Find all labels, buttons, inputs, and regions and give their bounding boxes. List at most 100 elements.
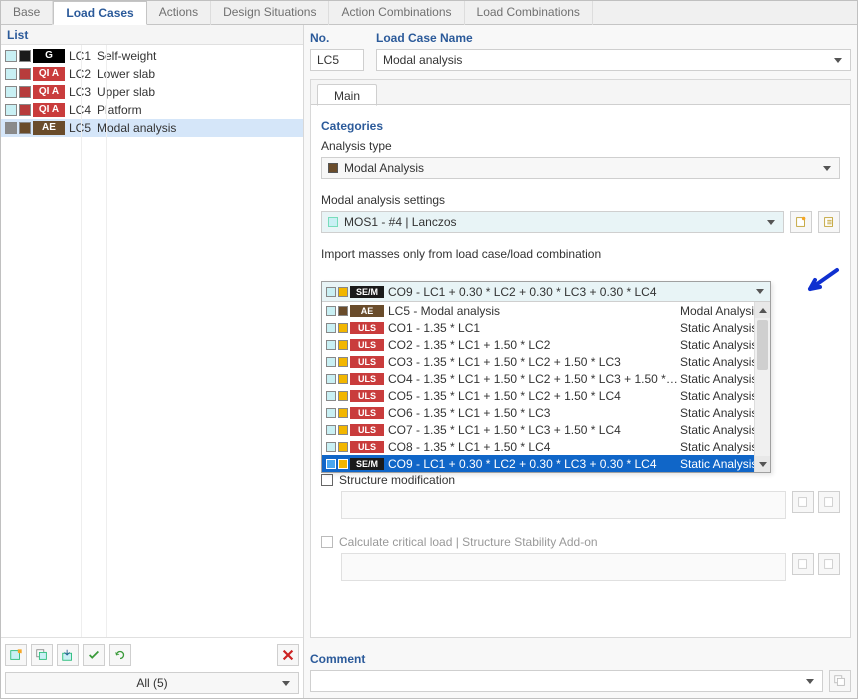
scroll-up-button[interactable] bbox=[755, 302, 770, 318]
refresh-button[interactable] bbox=[109, 644, 131, 666]
chevron-down-icon bbox=[806, 679, 814, 684]
settings-edit-button[interactable] bbox=[818, 211, 840, 233]
dropdown-item-label: CO4 - 1.35 * LC1 + 1.50 * LC2 + 1.50 * L… bbox=[388, 372, 680, 386]
category-tag: AE bbox=[350, 305, 384, 317]
tab-actions[interactable]: Actions bbox=[147, 1, 211, 25]
pointer-annotation-icon bbox=[802, 267, 842, 297]
color-swatch bbox=[5, 68, 17, 80]
import-masses-dropdown: SE/M CO9 - LC1 + 0.30 * LC2 + 0.30 * LC3… bbox=[321, 281, 771, 473]
comment-input[interactable] bbox=[310, 670, 823, 692]
analysis-type-select[interactable]: Modal Analysis bbox=[321, 157, 840, 179]
tab-load-combinations[interactable]: Load Combinations bbox=[465, 1, 593, 25]
color-swatch bbox=[338, 425, 348, 435]
category-tag: QI A bbox=[33, 67, 65, 81]
dropdown-item[interactable]: ULSCO2 - 1.35 * LC1 + 1.50 * LC2Static A… bbox=[322, 336, 770, 353]
dropdown-item[interactable]: ULSCO4 - 1.35 * LC1 + 1.50 * LC2 + 1.50 … bbox=[322, 370, 770, 387]
color-swatch bbox=[326, 459, 336, 469]
color-swatch bbox=[19, 86, 31, 98]
check-button[interactable] bbox=[83, 644, 105, 666]
dropdown-item-label: CO9 - LC1 + 0.30 * LC2 + 0.30 * LC3 + 0.… bbox=[388, 457, 680, 471]
calc-critical-checkbox[interactable] bbox=[321, 536, 333, 548]
chevron-down-icon bbox=[823, 166, 831, 171]
tab-base[interactable]: Base bbox=[1, 1, 53, 25]
list-item[interactable]: QI ALC2Lower slab bbox=[1, 65, 303, 83]
dropdown-scrollbar[interactable] bbox=[754, 302, 770, 472]
cc-edit-button[interactable] bbox=[818, 553, 840, 575]
calc-critical-label: Calculate critical load | Structure Stab… bbox=[339, 535, 598, 549]
dropdown-item[interactable]: SE/MCO9 - LC1 + 0.30 * LC2 + 0.30 * LC3 … bbox=[322, 455, 770, 472]
comment-extra-button[interactable] bbox=[829, 670, 851, 692]
category-tag: ULS bbox=[350, 407, 384, 419]
detail-panel: No. LC5 Load Case Name Modal analysis Ma… bbox=[304, 25, 857, 698]
dropdown-item[interactable]: ULSCO8 - 1.35 * LC1 + 1.50 * LC4Static A… bbox=[322, 438, 770, 455]
analysis-type-label: Analysis type bbox=[321, 139, 840, 153]
dropdown-item[interactable]: ULSCO7 - 1.35 * LC1 + 1.50 * LC3 + 1.50 … bbox=[322, 421, 770, 438]
dropdown-item[interactable]: ULS CO3 - 1.35 * LC1 + 1.50 * LC2 + 1.50 … bbox=[322, 353, 770, 370]
lc-id: LC5 bbox=[69, 121, 97, 135]
color-swatch bbox=[19, 68, 31, 80]
dropdown-item[interactable]: ULSCO6 - 1.35 * LC1 + 1.50 * LC3Static A… bbox=[322, 404, 770, 421]
color-swatch bbox=[19, 122, 31, 134]
top-tabs: BaseLoad CasesActionsDesign SituationsAc… bbox=[1, 1, 857, 25]
new-item-button[interactable] bbox=[5, 644, 27, 666]
dropdown-item-label: CO8 - 1.35 * LC1 + 1.50 * LC4 bbox=[388, 440, 680, 454]
import-masses-select-display[interactable]: SE/M CO9 - LC1 + 0.30 * LC2 + 0.30 * LC3… bbox=[322, 282, 770, 302]
dropdown-item[interactable]: AELC5 - Modal analysisModal Analysis bbox=[322, 302, 770, 319]
list-item[interactable]: QI ALC3Upper slab bbox=[1, 83, 303, 101]
copy-button[interactable] bbox=[31, 644, 53, 666]
color-swatch bbox=[326, 357, 336, 367]
chevron-down-icon bbox=[282, 681, 290, 686]
import-button[interactable] bbox=[57, 644, 79, 666]
dropdown-item[interactable]: ULSCO1 - 1.35 * LC1Static Analysis bbox=[322, 319, 770, 336]
color-swatch bbox=[326, 425, 336, 435]
lc-id: LC3 bbox=[69, 85, 97, 99]
structure-modification-checkbox[interactable] bbox=[321, 474, 333, 486]
category-tag: ULS bbox=[350, 390, 384, 402]
category-tag: QI A bbox=[33, 85, 65, 99]
tab-action-combinations[interactable]: Action Combinations bbox=[329, 1, 464, 25]
categories-title: Categories bbox=[321, 119, 840, 133]
list-header: List bbox=[1, 25, 303, 45]
category-tag: QI A bbox=[33, 103, 65, 117]
scroll-thumb[interactable] bbox=[757, 320, 768, 370]
list-body: GLC1Self-weightQI ALC2Lower slabQI ALC3U… bbox=[1, 45, 303, 637]
structure-mod-box bbox=[341, 491, 786, 519]
list-item[interactable]: QI ALC4Platform bbox=[1, 101, 303, 119]
critical-box bbox=[341, 553, 786, 581]
delete-button[interactable] bbox=[277, 644, 299, 666]
color-swatch bbox=[338, 323, 348, 333]
color-swatch bbox=[338, 357, 348, 367]
modal-settings-select[interactable]: MOS1 - #4 | Lanczos bbox=[321, 211, 784, 233]
category-tag: ULS bbox=[350, 356, 384, 368]
color-swatch bbox=[326, 374, 336, 384]
list-item[interactable]: GLC1Self-weight bbox=[1, 47, 303, 65]
chevron-down-icon bbox=[756, 289, 764, 294]
tab-load-cases[interactable]: Load Cases bbox=[53, 1, 146, 25]
lc-id: LC4 bbox=[69, 103, 97, 117]
filter-select[interactable]: All (5) bbox=[5, 672, 299, 694]
color-swatch bbox=[5, 104, 17, 116]
category-tag: ULS bbox=[350, 424, 384, 436]
color-swatch bbox=[5, 50, 17, 62]
dropdown-item-label: CO3 - 1.35 * LC1 + 1.50 * LC2 + 1.50 * L… bbox=[388, 355, 680, 369]
dropdown-item-label: CO1 - 1.35 * LC1 bbox=[388, 321, 680, 335]
no-label: No. bbox=[310, 31, 364, 45]
list-item[interactable]: AELC5Modal analysis bbox=[1, 119, 303, 137]
settings-new-button[interactable] bbox=[790, 211, 812, 233]
dropdown-item[interactable]: ULSCO5 - 1.35 * LC1 + 1.50 * LC2 + 1.50 … bbox=[322, 387, 770, 404]
cc-new-button[interactable] bbox=[792, 553, 814, 575]
tab-design-situations[interactable]: Design Situations bbox=[211, 1, 329, 25]
color-swatch bbox=[19, 104, 31, 116]
color-swatch bbox=[326, 408, 336, 418]
tab-main[interactable]: Main bbox=[317, 84, 377, 106]
sm-new-button[interactable] bbox=[792, 491, 814, 513]
scroll-down-button[interactable] bbox=[755, 456, 770, 472]
no-input[interactable]: LC5 bbox=[310, 49, 364, 71]
sm-edit-button[interactable] bbox=[818, 491, 840, 513]
import-masses-label: Import masses only from load case/load c… bbox=[321, 247, 840, 261]
category-tag: AE bbox=[33, 121, 65, 135]
color-swatch bbox=[326, 306, 336, 316]
name-input[interactable]: Modal analysis bbox=[376, 49, 851, 71]
category-tag: G bbox=[33, 49, 65, 63]
color-swatch bbox=[19, 50, 31, 62]
